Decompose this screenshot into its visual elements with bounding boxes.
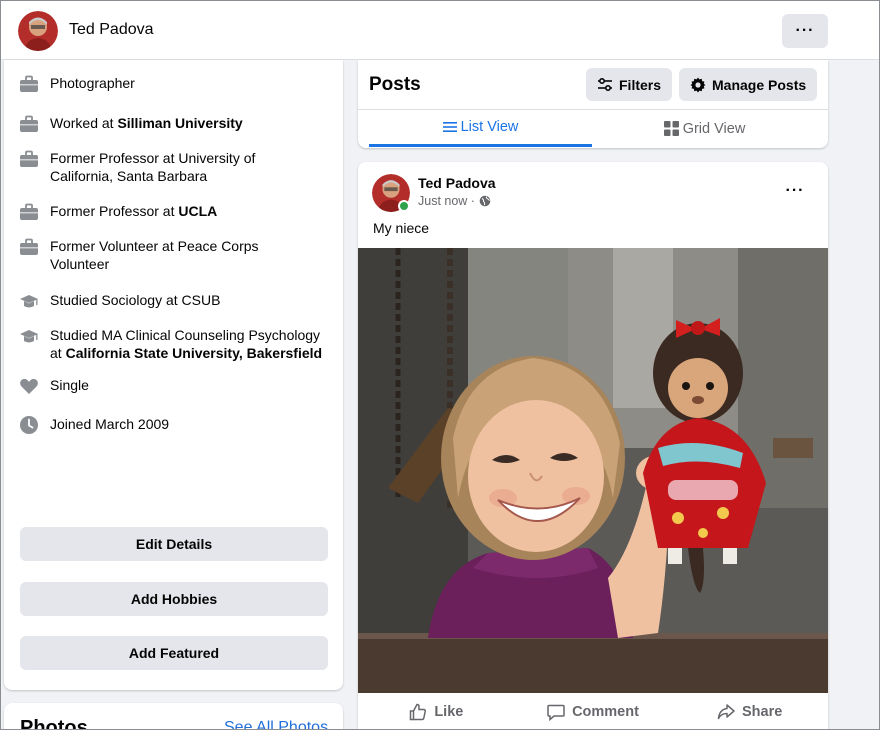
comment-label: Comment — [572, 704, 639, 720]
add-featured-button[interactable]: Add Featured — [20, 636, 328, 670]
like-icon — [410, 703, 427, 721]
school-link[interactable]: California State University, Bakersfield — [66, 345, 323, 361]
posts-header-card: Posts Filters Manage Posts List View Gri… — [358, 60, 828, 148]
intro-item-joined: Joined March 2009 — [19, 415, 332, 435]
manage-posts-button[interactable]: Manage Posts — [679, 68, 818, 101]
more-options-button[interactable]: ··· — [782, 14, 828, 48]
intro-text: Former Professor at — [50, 203, 179, 219]
intro-text: Joined March 2009 — [50, 416, 170, 432]
intro-item-work-ucla: Former Professor at UCLA — [19, 202, 332, 222]
photo-image — [358, 248, 828, 693]
edit-details-button[interactable]: Edit Details — [20, 527, 328, 561]
clock-icon — [20, 416, 38, 434]
intro-text: Photographer — [50, 75, 135, 91]
app-frame: Ted Padova ··· Photographer Worked at Si… — [0, 0, 880, 730]
post-options-button[interactable]: ··· — [778, 178, 812, 204]
globe-icon — [479, 195, 491, 207]
post-actions: Like Comment Share — [358, 694, 828, 729]
tab-grid-view[interactable]: Grid View — [593, 110, 816, 147]
briefcase-icon — [20, 115, 38, 132]
profile-name[interactable]: Ted Padova — [69, 21, 154, 39]
comment-button[interactable]: Comment — [515, 694, 672, 729]
heart-icon — [20, 378, 38, 394]
more-icon: ··· — [785, 182, 805, 199]
gear-icon — [690, 77, 706, 92]
comment-icon — [547, 704, 565, 721]
post-timestamp[interactable]: Just now · — [418, 194, 475, 208]
tab-label: List View — [460, 119, 519, 135]
intro-item-occupation: Photographer — [19, 74, 332, 94]
profile-avatar[interactable] — [18, 11, 58, 51]
filters-label: Filters — [619, 76, 662, 93]
intro-item-work-silliman: Worked at Silliman University — [19, 114, 332, 134]
see-all-photos-link[interactable]: See All Photos — [224, 719, 328, 729]
workplace-link[interactable]: UCLA — [178, 203, 217, 219]
add-hobbies-button[interactable]: Add Hobbies — [20, 582, 328, 616]
intro-card: Photographer Worked at Silliman Universi… — [4, 60, 343, 690]
list-icon — [442, 122, 457, 132]
intro-text: Studied Sociology at CSUB — [50, 292, 221, 308]
intro-text: Single — [50, 377, 89, 393]
post-photo[interactable] — [358, 248, 828, 693]
grid-icon — [663, 121, 679, 136]
intro-item-education-csub: Studied Sociology at CSUB — [19, 291, 332, 311]
briefcase-icon — [20, 150, 38, 167]
manage-posts-label: Manage Posts — [712, 76, 807, 93]
posts-title: Posts — [369, 74, 421, 95]
profile-header-bar: Ted Padova ··· — [1, 1, 879, 60]
more-icon: ··· — [795, 22, 815, 39]
intro-text: Former Professor at University of Califo… — [50, 150, 256, 184]
intro-item-education-csub-ma: Studied MA Clinical Counseling Psycholog… — [19, 326, 332, 362]
intro-text: Former Volunteer at Peace Corps Voluntee… — [50, 238, 259, 272]
share-icon — [717, 704, 735, 720]
briefcase-icon — [20, 75, 38, 92]
intro-item-relationship: Single — [19, 376, 332, 396]
filters-button[interactable]: Filters — [586, 68, 673, 101]
share-button[interactable]: Share — [671, 694, 828, 729]
tab-label: Grid View — [682, 120, 746, 137]
workplace-link[interactable]: Silliman University — [117, 115, 242, 131]
post-meta: Just now · — [418, 194, 491, 208]
post-card: Ted Padova Just now · ··· My niece Like … — [358, 162, 828, 729]
like-label: Like — [434, 704, 464, 720]
intro-text: Worked at — [50, 115, 118, 131]
photos-card: Photos See All Photos — [4, 703, 343, 730]
tab-list-view[interactable]: List View — [369, 110, 592, 147]
photos-title: Photos — [20, 717, 88, 730]
share-label: Share — [742, 704, 783, 720]
graduation-cap-icon — [20, 295, 38, 308]
post-author-name[interactable]: Ted Padova — [418, 175, 496, 191]
graduation-cap-icon — [20, 330, 38, 343]
like-button[interactable]: Like — [358, 694, 515, 729]
intro-item-work-ucsb: Former Professor at University of Califo… — [19, 149, 280, 185]
online-status-dot — [398, 200, 410, 212]
filters-icon — [598, 77, 612, 91]
right-gutter — [828, 61, 879, 729]
briefcase-icon — [20, 238, 38, 255]
intro-item-peace-corps: Former Volunteer at Peace Corps Voluntee… — [19, 237, 280, 273]
post-caption: My niece — [373, 220, 430, 236]
briefcase-icon — [20, 203, 38, 220]
